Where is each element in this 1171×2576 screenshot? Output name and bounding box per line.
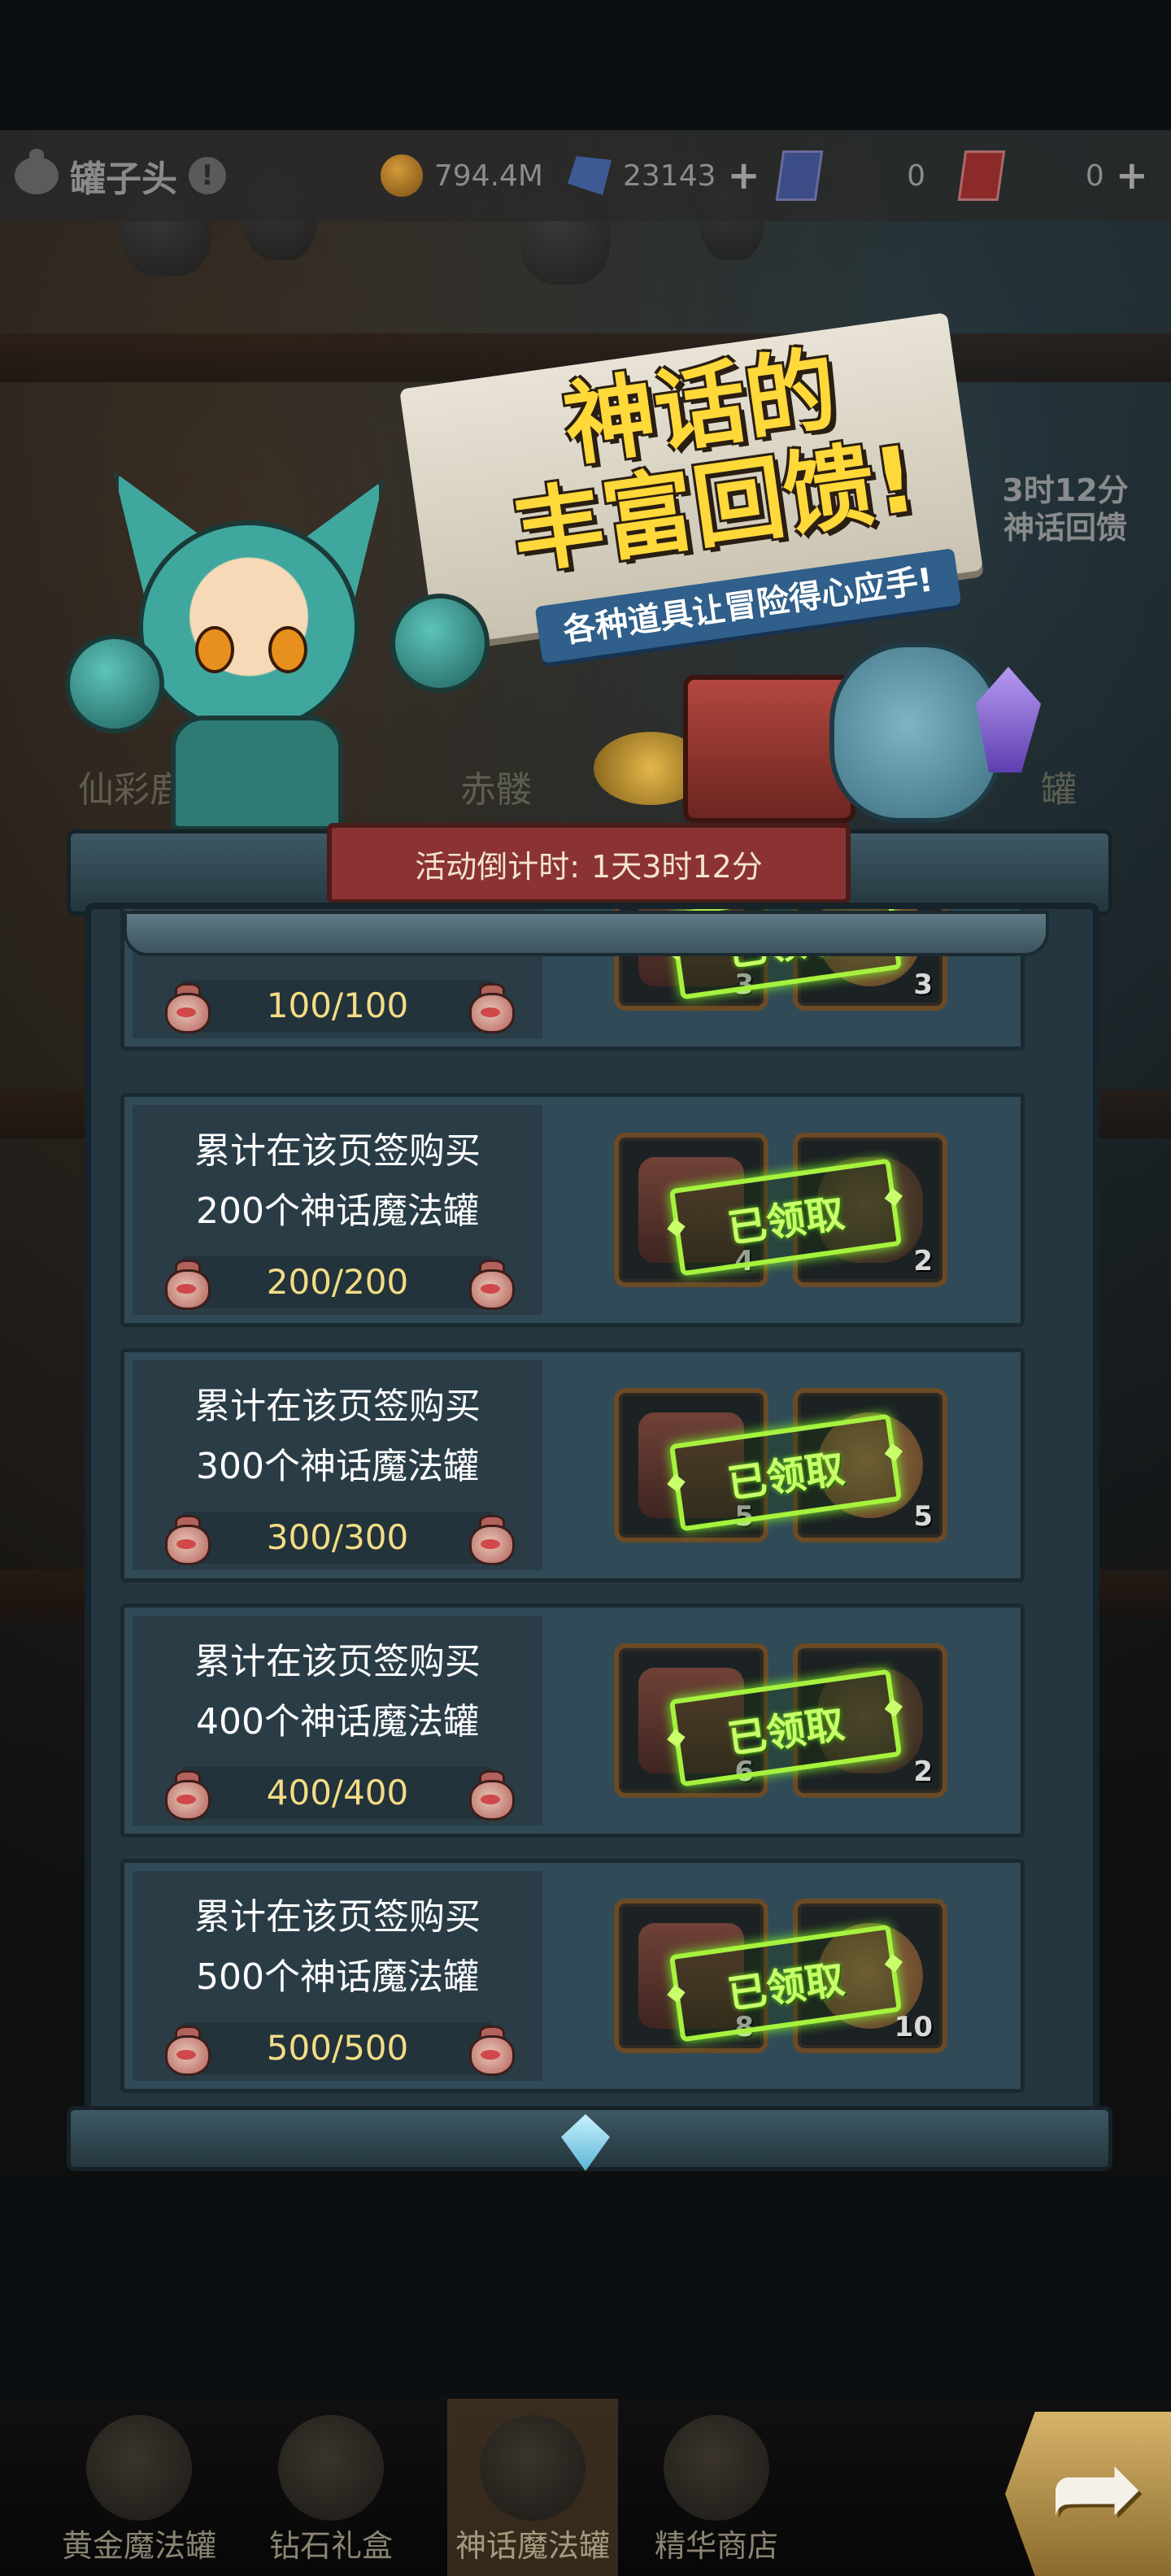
side-event-badge[interactable]: 3时12分 神话回馈 bbox=[960, 472, 1171, 561]
gold-counter: 794.4M bbox=[381, 154, 543, 197]
tab-label: 黄金魔法罐 bbox=[61, 2528, 216, 2564]
magic-jar-icon bbox=[160, 1770, 211, 1821]
coin-icon bbox=[381, 154, 423, 197]
reward-count: 2 bbox=[913, 1756, 933, 1788]
reward-tier-panel[interactable]: 100/100 3 3 已领取 累计在该页签购买 200个神话魔法罐 200/2 bbox=[85, 903, 1099, 2168]
add-gems-plus-icon[interactable]: + bbox=[728, 156, 760, 195]
tier-description-line1: 累计在该页签购买 bbox=[194, 1130, 481, 1172]
gem-counter: 23143 + bbox=[568, 156, 763, 195]
magic-jar-icon bbox=[464, 1515, 515, 1565]
arrow-icon: ➦ bbox=[1049, 2422, 1145, 2554]
countdown-value: 1天3时12分 bbox=[591, 848, 763, 885]
tier-description-line1: 累计在该页签购买 bbox=[194, 1386, 481, 1427]
event-countdown: 活动倒计时: 1天3时12分 bbox=[327, 823, 851, 904]
magic-jar-icon bbox=[464, 1770, 515, 1821]
gem-icon bbox=[568, 156, 612, 195]
tier-info: 累计在该页签购买 200个神话魔法罐 200/200 bbox=[133, 1105, 542, 1315]
tier-description-line1: 累计在该页签购买 bbox=[194, 1641, 481, 1682]
pig-icon bbox=[15, 149, 59, 194]
magic-jar-icon bbox=[160, 1260, 211, 1310]
tier-description: 累计在该页签购买 200个神话魔法罐 bbox=[133, 1121, 542, 1242]
magic-jar-icon bbox=[464, 1260, 515, 1310]
red-ticket-icon bbox=[957, 150, 1006, 201]
tier-description-line2: 500个神话魔法罐 bbox=[196, 1956, 479, 1998]
tier-description-line2: 300个神话魔法罐 bbox=[196, 1446, 479, 1487]
magic-jar-icon bbox=[160, 983, 211, 1033]
player-info[interactable]: 罐子头 ! bbox=[15, 149, 340, 202]
red-ticket-amount: 0 bbox=[1085, 159, 1104, 193]
panel-lid bbox=[124, 911, 1049, 956]
tier-info: 累计在该页签购买 400个神话魔法罐 400/400 bbox=[133, 1616, 542, 1825]
add-tickets-plus-icon[interactable]: + bbox=[1116, 156, 1148, 195]
red-ticket-counter: 0 + bbox=[957, 150, 1148, 201]
tab-diamond-gift[interactable]: 钻石礼盒 bbox=[246, 2399, 416, 2576]
side-event-time: 3时12分 bbox=[1002, 472, 1129, 508]
tier-progress-text: 300/300 bbox=[266, 1517, 409, 1557]
gold-amount: 794.4M bbox=[433, 159, 543, 193]
tab-label: 神话魔法罐 bbox=[455, 2528, 610, 2564]
tier-description: 累计在该页签购买 300个神话魔法罐 bbox=[133, 1377, 542, 1497]
tier-info: 累计在该页签购买 300个神话魔法罐 300/300 bbox=[133, 1360, 542, 1570]
tier-progress-text: 100/100 bbox=[266, 986, 409, 1025]
myth-jar-icon bbox=[480, 2415, 586, 2521]
magic-jar-icon bbox=[160, 2026, 211, 2076]
reward-count: 5 bbox=[913, 1500, 933, 1533]
essence-shop-icon bbox=[664, 2415, 769, 2521]
reward-tier-row: 累计在该页签购买 500个神话魔法罐 500/500 8 10 已领取 bbox=[120, 1859, 1025, 2093]
side-event-label: 神话回馈 bbox=[1003, 510, 1127, 546]
blue-ticket-icon bbox=[775, 150, 824, 201]
tab-myth-jar[interactable]: 神话魔法罐 bbox=[447, 2399, 618, 2576]
tier-info: 累计在该页签购买 500个神话魔法罐 500/500 bbox=[133, 1871, 542, 2081]
magic-jar-icon bbox=[464, 983, 515, 1033]
tier-description: 累计在该页签购买 400个神话魔法罐 bbox=[133, 1632, 542, 1752]
blue-ticket-counter: 0 bbox=[775, 150, 925, 201]
magic-jar-icon bbox=[464, 2026, 515, 2076]
reward-tier-row: 累计在该页签购买 200个神话魔法罐 200/200 4 2 已领取 bbox=[120, 1093, 1025, 1327]
tab-label: 钻石礼盒 bbox=[268, 2528, 393, 2564]
reward-tier-row: 累计在该页签购买 400个神话魔法罐 400/400 6 2 已领取 bbox=[120, 1603, 1025, 1838]
exclamation-icon[interactable]: ! bbox=[189, 157, 226, 194]
tab-gold-jar[interactable]: 黄金魔法罐 bbox=[54, 2399, 224, 2576]
treasure-illustration bbox=[537, 642, 1057, 829]
countdown-label: 活动倒计时: bbox=[415, 848, 581, 885]
tier-progress-text: 500/500 bbox=[266, 2028, 409, 2068]
tier-description-line1: 累计在该页签购买 bbox=[194, 1896, 481, 1938]
tier-progress-text: 400/400 bbox=[266, 1773, 409, 1812]
tab-essence-shop[interactable]: 精华商店 bbox=[631, 2399, 802, 2576]
gold-jar-icon bbox=[86, 2415, 192, 2521]
reward-tier-row: 累计在该页签购买 300个神话魔法罐 300/300 5 5 已领取 bbox=[120, 1348, 1025, 1582]
reward-count: 2 bbox=[913, 1245, 933, 1277]
tier-description-line2: 400个神话魔法罐 bbox=[196, 1701, 479, 1743]
gift-box-icon bbox=[278, 2415, 384, 2521]
player-name: 罐子头 bbox=[70, 159, 177, 200]
tier-progress-text: 200/200 bbox=[266, 1262, 409, 1302]
reward-count: 10 bbox=[894, 2011, 933, 2043]
top-resource-bar: 罐子头 ! 794.4M 23143 + 0 0 + bbox=[0, 130, 1171, 221]
magic-jar-icon bbox=[160, 1515, 211, 1565]
tab-label: 精华商店 bbox=[654, 2528, 778, 2564]
reward-count: 3 bbox=[913, 968, 933, 1001]
bottom-tab-bar: 黄金魔法罐 钻石礼盒 神话魔法罐 精华商店 bbox=[0, 2399, 1171, 2576]
tier-description-line2: 200个神话魔法罐 bbox=[196, 1190, 479, 1232]
gem-amount: 23143 bbox=[623, 159, 716, 193]
hero-character-illustration bbox=[33, 472, 490, 831]
blue-ticket-amount: 0 bbox=[907, 159, 925, 193]
tier-description: 累计在该页签购买 500个神话魔法罐 bbox=[133, 1887, 542, 2008]
